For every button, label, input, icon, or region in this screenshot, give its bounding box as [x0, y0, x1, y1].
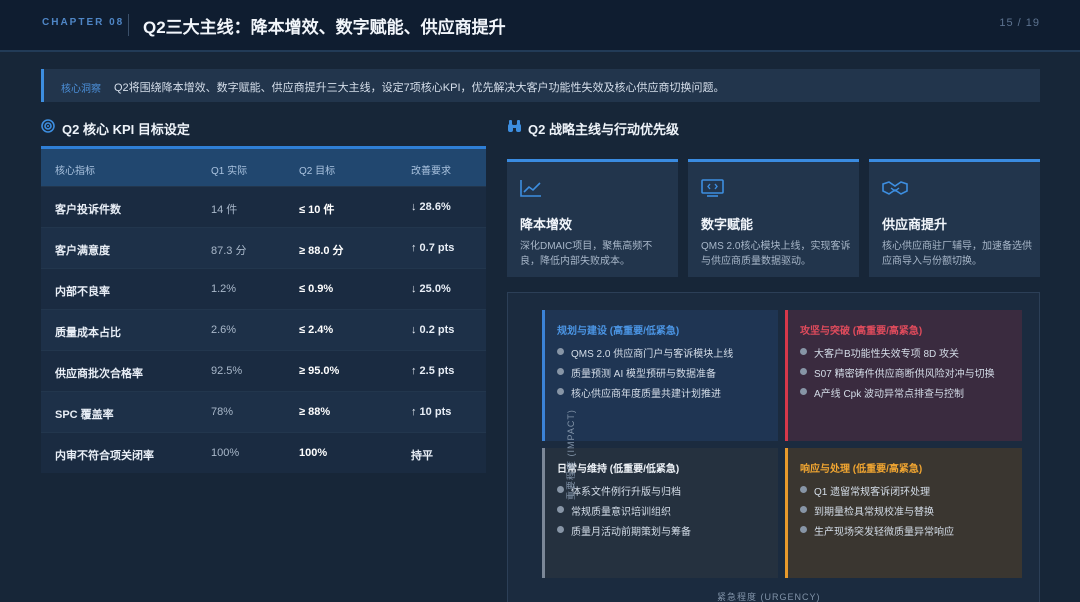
table-row: 供应商批次合格率 92.5% ≥ 95.0% ↑ 2.5 pts [41, 350, 486, 391]
q1-value: 100% [211, 447, 240, 459]
header-bar: CHAPTER 08 Q2三大主线：降本增效、数字赋能、供应商提升 15 / 1… [0, 0, 1080, 52]
kpi-section-title: Q2 核心 KPI 目标设定 [62, 122, 190, 137]
target-icon [41, 119, 55, 133]
list-item: A产线 Cpk 波动异常点排查与控制 [800, 385, 995, 405]
monitor-code-icon [701, 179, 724, 197]
quadrant-items: QMS 2.0 供应商门户与客诉模块上线 质量预测 AI 模型预研与数据准备 核… [557, 345, 733, 405]
q1-value: 87.3 分 [211, 245, 247, 257]
improvement: ↓ 0.2 pts [411, 324, 455, 336]
q2-target: ≥ 95.0% [299, 365, 340, 377]
card-title: 降本增效 [520, 217, 573, 232]
chapter-label: CHAPTER 08 [42, 17, 125, 28]
list-item: 质量月活动前期策划与筹备 [557, 523, 691, 543]
list-item: 质量预测 AI 模型预研与数据准备 [557, 365, 733, 385]
list-item: Q1 遗留常规客诉闭环处理 [800, 483, 954, 503]
col-q2: Q2 目标 [299, 166, 336, 177]
list-item: 体系文件例行升版与归档 [557, 483, 691, 503]
q2-target: ≤ 10 件 [299, 204, 335, 216]
handshake-icon [882, 181, 908, 195]
header-divider [128, 14, 129, 36]
q1-value: 2.6% [211, 324, 237, 336]
card-desc: 深化DMAIC项目，聚焦高频不良，降低内部失败成本。 [520, 241, 653, 267]
quadrant-response: 响应与处理 (低重要/高紧急) Q1 遗留常规客诉闭环处理 到期量检具常规校准与… [785, 448, 1022, 578]
quadrant-title: 攻坚与突破 (高重要/高紧急) [800, 326, 923, 337]
quadrant-plan: 规划与建设 (高重要/低紧急) QMS 2.0 供应商门户与客诉模块上线 质量预… [542, 310, 778, 441]
improvement: ↑ 2.5 pts [411, 365, 455, 377]
q2-target: ≤ 0.9% [299, 283, 334, 295]
metric-name: 内审不符合项关闭率 [55, 450, 154, 462]
metric-name: 客户满意度 [55, 245, 110, 257]
q2-target: ≥ 88% [299, 406, 331, 418]
table-row: 客户投诉件数 14 件 ≤ 10 件 ↓ 28.6% [41, 186, 486, 227]
kpi-table: 核心指标 Q1 实际 Q2 目标 改善要求 客户投诉件数 14 件 ≤ 10 件… [41, 146, 486, 473]
metric-name: 客户投诉件数 [55, 204, 121, 216]
list-item: 大客户B功能性失效专项 8D 攻关 [800, 345, 995, 365]
improvement: ↓ 25.0% [411, 283, 451, 295]
x-axis-label: 紧急程度 (URGENCY) [717, 592, 821, 602]
q2-target: 100% [299, 447, 328, 459]
quadrant-daily: 日常与维持 (低重要/低紧急) 体系文件例行升版与归档 常规质量意识培训组织 质… [542, 448, 778, 578]
quadrant-title: 响应与处理 (低重要/高紧急) [800, 464, 923, 475]
list-item: 常规质量意识培训组织 [557, 503, 691, 523]
list-item: 到期量检具常规校准与替换 [800, 503, 954, 523]
quadrant-items: Q1 遗留常规客诉闭环处理 到期量检具常规校准与替换 生产现场突发轻微质量异常响… [800, 483, 954, 543]
q2-target: ≥ 88.0 分 [299, 245, 344, 257]
col-q1: Q1 实际 [211, 166, 248, 177]
card-desc: 核心供应商驻厂辅导，加速备选供应商导入与份额切换。 [882, 241, 1032, 267]
strategy-card-supplier: 供应商提升 核心供应商驻厂辅导，加速备选供应商导入与份额切换。 [869, 159, 1040, 277]
quadrant-items: 大客户B功能性失效专项 8D 攻关 S07 精密铸件供应商断供风险对冲与切换 A… [800, 345, 995, 405]
card-desc: QMS 2.0核心模块上线，实现客诉与供应商质量数据驱动。 [701, 241, 851, 267]
kpi-table-body: 客户投诉件数 14 件 ≤ 10 件 ↓ 28.6% 客户满意度 87.3 分 … [41, 186, 486, 473]
binoculars-icon [508, 120, 521, 132]
line-chart-icon [520, 180, 541, 197]
metric-name: 内部不良率 [55, 286, 110, 298]
priority-matrix: 规划与建设 (高重要/低紧急) QMS 2.0 供应商门户与客诉模块上线 质量预… [507, 292, 1040, 602]
card-title: 供应商提升 [882, 217, 948, 232]
strategy-section-title: Q2 战略主线与行动优先级 [528, 122, 679, 137]
improvement: 持平 [411, 450, 433, 462]
quadrant-title: 规划与建设 (高重要/低紧急) [557, 326, 680, 337]
quadrant-attack: 攻坚与突破 (高重要/高紧急) 大客户B功能性失效专项 8D 攻关 S07 精密… [785, 310, 1022, 441]
metric-name: SPC 覆盖率 [55, 409, 114, 421]
list-item: S07 精密铸件供应商断供风险对冲与切换 [800, 365, 995, 385]
insight-label: 核心洞察 [61, 84, 101, 95]
list-item: 生产现场突发轻微质量异常响应 [800, 523, 954, 543]
strategy-card-digital: 数字赋能 QMS 2.0核心模块上线，实现客诉与供应商质量数据驱动。 [688, 159, 859, 277]
q1-value: 78% [211, 406, 234, 418]
q2-target: ≤ 2.4% [299, 324, 334, 336]
q1-value: 14 件 [211, 204, 238, 216]
quadrant-items: 体系文件例行升版与归档 常规质量意识培训组织 质量月活动前期策划与筹备 [557, 483, 691, 543]
improvement: ↑ 0.7 pts [411, 242, 455, 254]
q1-value: 92.5% [211, 365, 243, 377]
table-row: 内审不符合项关闭率 100% 100% 持平 [41, 432, 486, 473]
card-title: 数字赋能 [701, 217, 754, 232]
strategy-card-cost: 降本增效 深化DMAIC项目，聚焦高频不良，降低内部失败成本。 [507, 159, 678, 277]
table-row: 质量成本占比 2.6% ≤ 2.4% ↓ 0.2 pts [41, 309, 486, 350]
table-row: SPC 覆盖率 78% ≥ 88% ↑ 10 pts [41, 391, 486, 432]
insight-text: Q2将围绕降本增效、数字赋能、供应商提升三大主线，设定7项核心KPI，优先解决大… [114, 82, 725, 94]
page-title: Q2三大主线：降本增效、数字赋能、供应商提升 [143, 18, 506, 37]
slide: CHAPTER 08 Q2三大主线：降本增效、数字赋能、供应商提升 15 / 1… [0, 0, 1080, 602]
table-row: 客户满意度 87.3 分 ≥ 88.0 分 ↑ 0.7 pts [41, 227, 486, 268]
table-row: 内部不良率 1.2% ≤ 0.9% ↓ 25.0% [41, 268, 486, 309]
improvement: ↓ 28.6% [411, 201, 451, 213]
list-item: 核心供应商年度质量共建计划推进 [557, 385, 733, 405]
q1-value: 1.2% [211, 283, 237, 295]
y-axis-label: 重要程度 (IMPACT) [566, 409, 576, 500]
kpi-table-header: 核心指标 Q1 实际 Q2 目标 改善要求 [41, 149, 486, 186]
page-number: 15 / 19 [999, 17, 1040, 29]
list-item: QMS 2.0 供应商门户与客诉模块上线 [557, 345, 733, 365]
col-metric: 核心指标 [55, 166, 95, 177]
improvement: ↑ 10 pts [411, 406, 452, 418]
metric-name: 质量成本占比 [55, 327, 121, 339]
metric-name: 供应商批次合格率 [55, 368, 143, 380]
insight-banner: 核心洞察 Q2将围绕降本增效、数字赋能、供应商提升三大主线，设定7项核心KPI，… [41, 69, 1040, 102]
col-requirement: 改善要求 [411, 166, 451, 177]
